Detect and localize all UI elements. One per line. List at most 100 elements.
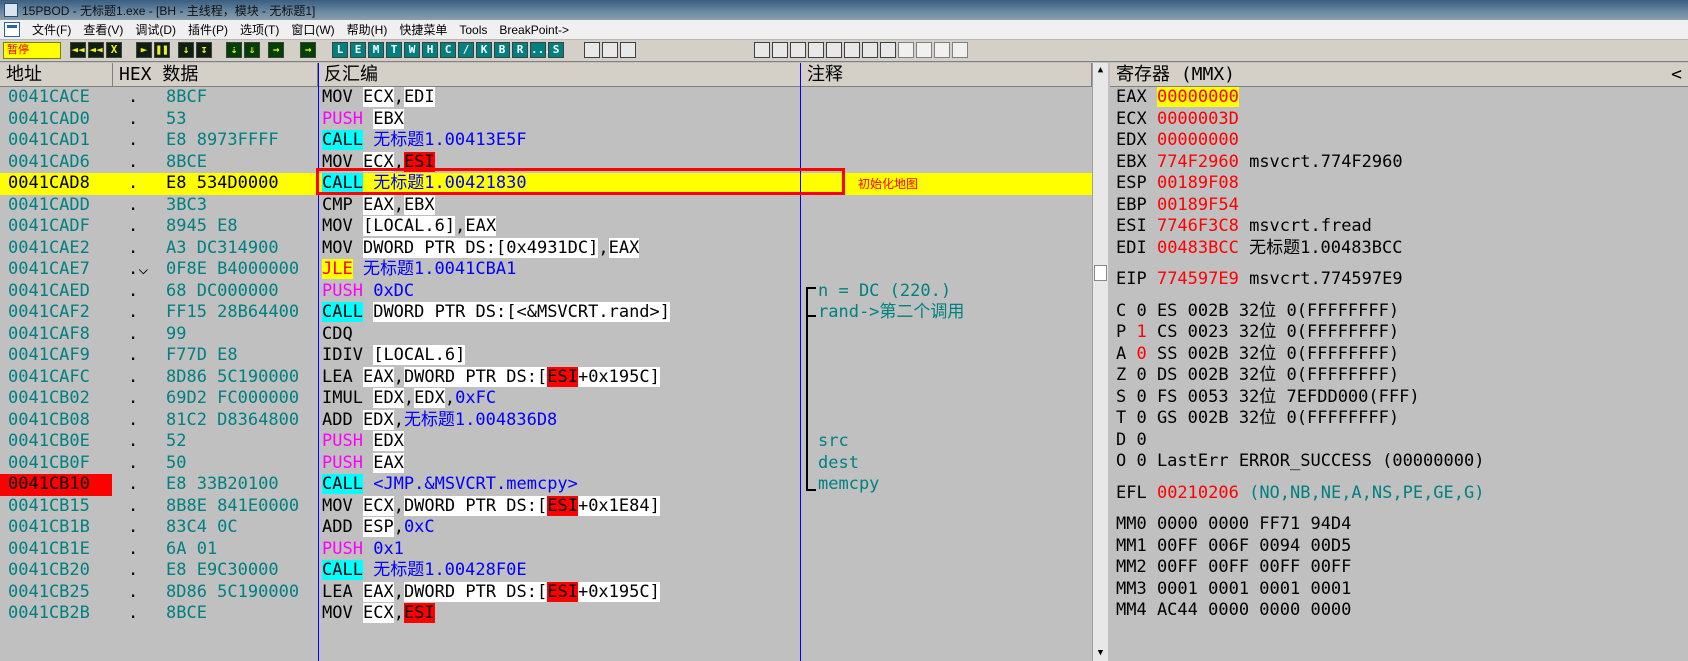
- register-line[interactable]: A 0 SS 002B 32位 0(FFFFFFFF): [1116, 344, 1399, 366]
- register-line[interactable]: S 0 FS 0053 32位 7EFDD000(FFF): [1116, 387, 1420, 409]
- target-icon[interactable]: [826, 42, 842, 58]
- goto-button[interactable]: →: [300, 42, 316, 58]
- row-address[interactable]: 0041CB0F: [0, 453, 112, 475]
- register-line[interactable]: D 0: [1116, 430, 1147, 452]
- row-address[interactable]: 0041CB20: [0, 560, 112, 582]
- register-line[interactable]: ESP 00189F08: [1116, 173, 1239, 195]
- row-disasm[interactable]: PUSH EBX: [322, 108, 800, 131]
- table-row[interactable]: 0041CAED. 68 DC000000 PUSH 0xDC n = DC (220…: [0, 281, 1092, 303]
- row-address[interactable]: 0041CAD1: [0, 130, 112, 152]
- row-disasm[interactable]: PUSH EDX: [322, 431, 800, 453]
- table-row[interactable]: 0041CB02. 69D2 FC000000 IMUL EDX,EDX,0xFC: [0, 388, 1092, 410]
- scroll-down-icon[interactable]: ▼: [1095, 648, 1106, 659]
- register-line[interactable]: EFL 00210206 (NO,NB,NE,A,NS,PE,GE,G): [1116, 483, 1484, 505]
- register-line[interactable]: ECX 0000003D: [1116, 109, 1239, 131]
- window-button[interactable]: K: [476, 42, 492, 58]
- blank-icon[interactable]: [916, 42, 932, 58]
- row-address[interactable]: 0041CAD0: [0, 109, 112, 131]
- step-over-button[interactable]: ↧: [196, 42, 212, 58]
- row-address[interactable]: 0041CB15: [0, 496, 112, 518]
- table-row[interactable]: 0041CAD1. E8 8973FFFF CALL 无标题1.00413E5F: [0, 130, 1092, 152]
- row-address[interactable]: 0041CB1B: [0, 517, 112, 539]
- table-row[interactable]: 0041CAE2. A3 DC314900 MOV DWORD PTR DS:[0x…: [0, 237, 1092, 260]
- menu-item[interactable]: 调试(D): [131, 22, 184, 38]
- row-disasm[interactable]: CALL 无标题1.00413E5F: [322, 130, 800, 152]
- register-line[interactable]: EDX 00000000: [1116, 130, 1239, 152]
- menu-item[interactable]: 窗口(W): [287, 22, 342, 38]
- row-disasm[interactable]: CALL DWORD PTR DS:[<&MSVCRT.rand>]: [322, 302, 800, 324]
- table-row[interactable]: 0041CAF2. FF15 28B64400 CALL DWORD PTR DS:…: [0, 302, 1092, 324]
- scroll-thumb[interactable]: [1094, 265, 1107, 281]
- row-disasm[interactable]: LEA EAX,DWORD PTR DS:[ESI+0x195C]: [322, 366, 800, 389]
- table-row[interactable]: 0041CB1B. 83C4 0C ADD ESP,0xC: [0, 517, 1092, 539]
- register-line[interactable]: Z 0 DS 002B 32位 0(FFFFFFFF): [1116, 365, 1399, 387]
- row-address[interactable]: 0041CB25: [0, 582, 112, 604]
- close-button[interactable]: X: [106, 42, 122, 58]
- table-row[interactable]: 0041CAFC. 8D86 5C190000 LEA EAX,DWORD PTR …: [0, 366, 1092, 389]
- window-button[interactable]: R: [512, 42, 528, 58]
- chart-icon[interactable]: [862, 42, 878, 58]
- row-disasm[interactable]: ADD EDX,无标题1.004836D8: [322, 409, 800, 432]
- row-disasm[interactable]: MOV ECX,EDI: [322, 87, 800, 109]
- row-disasm[interactable]: PUSH 0x1: [322, 539, 800, 561]
- register-line[interactable]: MM0 0000 0000 FF71 94D4: [1116, 514, 1351, 536]
- register-line[interactable]: EDI 00483BCC 无标题1.00483BCC: [1116, 238, 1402, 260]
- disasm-scrollbar[interactable]: ▲ ▼: [1092, 63, 1108, 661]
- row-address[interactable]: 0041CAF2: [0, 302, 112, 324]
- register-line[interactable]: MM1 00FF 006F 0094 00D5: [1116, 536, 1351, 558]
- table-row[interactable]: 0041CAF9. F77D E8 IDIV [LOCAL.6]: [0, 345, 1092, 367]
- row-address[interactable]: 0041CAF8: [0, 324, 112, 346]
- run-button[interactable]: ►: [136, 42, 152, 58]
- menu-item[interactable]: 查看(V): [79, 22, 131, 38]
- row-address[interactable]: 0041CAFC: [0, 367, 112, 389]
- menu-item[interactable]: BreakPoint->: [495, 22, 577, 38]
- table-row[interactable]: 0041CB0E. 52 PUSH EDX src: [0, 431, 1092, 453]
- menu-item[interactable]: 帮助(H): [343, 22, 396, 38]
- table-row[interactable]: 0041CB0F. 50 PUSH EAX dest: [0, 452, 1092, 475]
- menu-item[interactable]: Tools: [455, 22, 495, 38]
- header-disasm[interactable]: 反汇编: [318, 63, 801, 87]
- scroll-up-icon[interactable]: ▲: [1095, 65, 1106, 76]
- window-button[interactable]: L: [332, 42, 348, 58]
- register-line[interactable]: MM3 0001 0001 0001 0001: [1116, 579, 1351, 601]
- table-row[interactable]: 0041CACE. 8BCF MOV ECX,EDI: [0, 87, 1092, 109]
- pause-icon[interactable]: [772, 42, 788, 58]
- row-address[interactable]: 0041CACE: [0, 87, 112, 109]
- step-into-button[interactable]: ↓: [178, 42, 194, 58]
- row-disasm[interactable]: MOV DWORD PTR DS:[0x4931DC],EAX: [322, 237, 800, 260]
- row-address[interactable]: 0041CB02: [0, 388, 112, 410]
- menu-item[interactable]: 文件(F): [28, 22, 79, 38]
- row-disasm[interactable]: MOV ECX,ESI: [322, 603, 800, 625]
- window-button[interactable]: ...: [530, 42, 551, 58]
- register-line[interactable]: P 1 CS 0023 32位 0(FFFFFFFF): [1116, 322, 1399, 344]
- row-address[interactable]: 0041CB08: [0, 410, 112, 432]
- mdi-window-icon[interactable]: [4, 22, 20, 37]
- row-disasm[interactable]: PUSH EAX: [322, 452, 800, 475]
- blank-icon[interactable]: [952, 42, 968, 58]
- restart-button[interactable]: ◄◄: [88, 42, 104, 58]
- table-row[interactable]: 0041CADD. 3BC3 CMP EAX,EBX: [0, 194, 1092, 217]
- registers-header[interactable]: 寄存器 (MMX) <: [1110, 63, 1688, 87]
- row-address[interactable]: 0041CAED: [0, 281, 112, 303]
- register-line[interactable]: T 0 GS 002B 32位 0(FFFFFFFF): [1116, 408, 1399, 430]
- grid-icon[interactable]: [880, 42, 896, 58]
- window-button[interactable]: S: [548, 42, 564, 58]
- window-button[interactable]: H: [422, 42, 438, 58]
- table-row[interactable]: 0041CAF8. 99 CDQ: [0, 324, 1092, 346]
- row-address[interactable]: 0041CADD: [0, 195, 112, 217]
- window-button[interactable]: E: [350, 42, 366, 58]
- menu-item[interactable]: 插件(P): [184, 22, 236, 38]
- row-disasm[interactable]: MOV ECX,DWORD PTR DS:[ESI+0x1E84]: [322, 495, 800, 518]
- register-line[interactable]: C 0 ES 002B 32位 0(FFFFFFFF): [1116, 301, 1399, 323]
- pause-button[interactable]: ❚❚: [154, 42, 170, 58]
- table-row[interactable]: 0041CADF. 8945 E8 MOV [LOCAL.6],EAX: [0, 216, 1092, 238]
- refresh-icon[interactable]: [754, 42, 770, 58]
- row-address[interactable]: 0041CADF: [0, 216, 112, 238]
- row-disasm[interactable]: IMUL EDX,EDX,0xFC: [322, 388, 800, 410]
- grid-icon[interactable]: [602, 42, 618, 58]
- a-icon[interactable]: [790, 42, 806, 58]
- table-row[interactable]: 0041CB15. 8B8E 841E0000 MOV ECX,DWORD PTR …: [0, 495, 1092, 518]
- register-line[interactable]: EAX 00000000: [1116, 87, 1239, 109]
- row-disasm[interactable]: JLE 无标题1.0041CBA1: [322, 259, 800, 281]
- help-icon[interactable]: [620, 42, 636, 58]
